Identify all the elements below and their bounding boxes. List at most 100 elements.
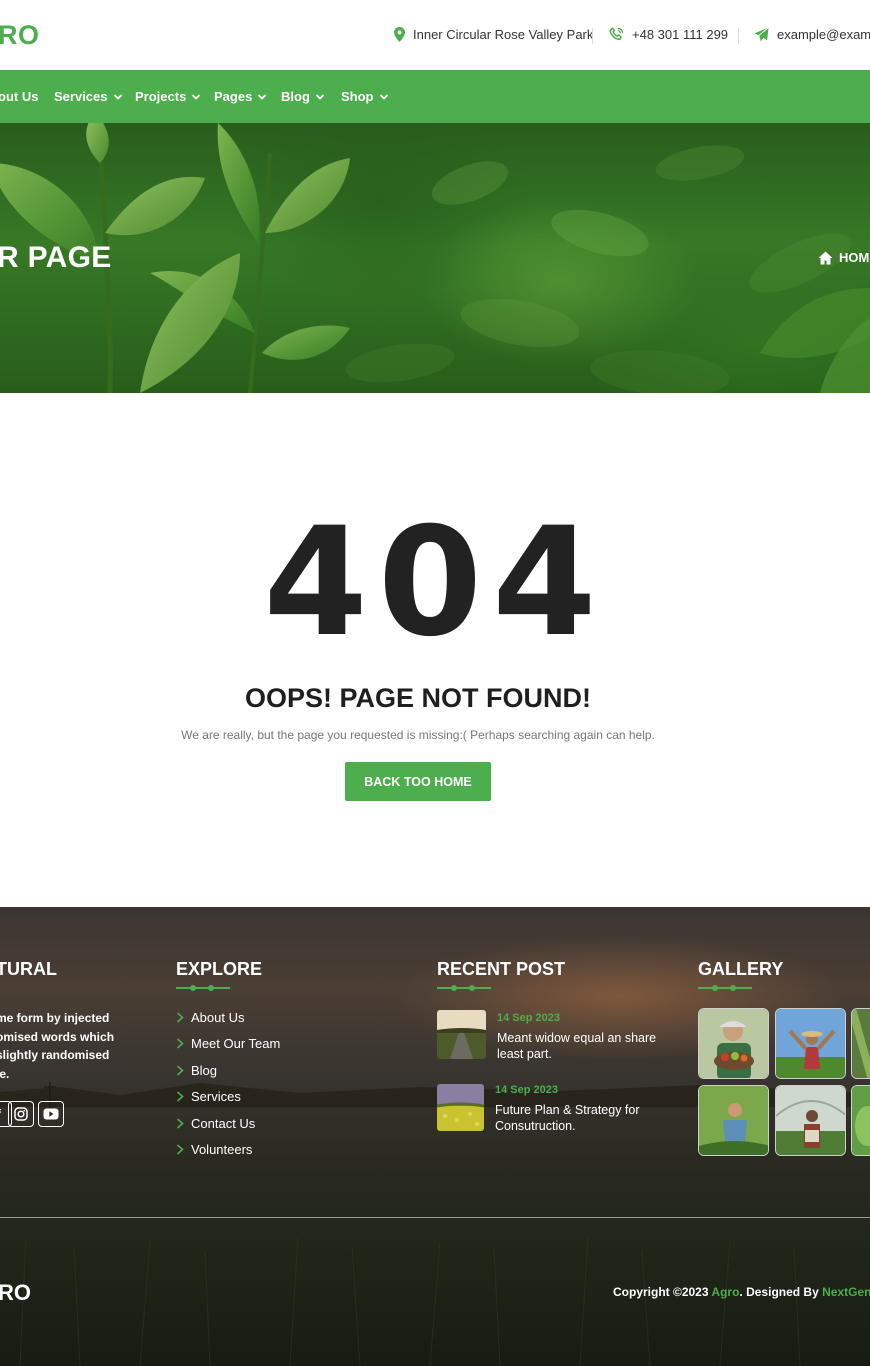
page-title: R PAGE: [0, 241, 112, 274]
footer-link-label: About Us: [191, 1010, 245, 1025]
copyright-brand-link[interactable]: Agro: [711, 1285, 739, 1299]
footer-link-meet-our-team[interactable]: Meet Our Team: [176, 1036, 280, 1051]
nav-label: Blog: [281, 89, 310, 104]
nav-item-blog[interactable]: Blog: [281, 89, 325, 104]
footer-explore-heading: EXPLORE: [176, 959, 263, 979]
copyright-text: Copyright ©2023 Agro. Designed By NextGe…: [613, 1285, 870, 1299]
facebook-icon: f: [0, 1107, 1, 1121]
chevron-right-icon: [176, 1065, 184, 1076]
sunflower-field-image: [437, 1084, 484, 1131]
chevron-down-icon: [113, 93, 122, 100]
address-info: Inner Circular Rose Valley Park: [394, 27, 593, 42]
footer-link-label: Contact Us: [191, 1116, 256, 1131]
error-title: OOPS! PAGE NOT FOUND!: [244, 683, 591, 713]
heading-underline: [437, 985, 491, 991]
send-icon: [754, 27, 769, 42]
main-nav: out Us Services Projects Pages Blog Shop: [0, 70, 870, 123]
email-info[interactable]: example@examp: [754, 27, 870, 42]
about-line: slightly randomised: [0, 1048, 110, 1062]
farm-worker-image: [852, 1009, 870, 1078]
gallery-image-1[interactable]: [698, 1008, 769, 1079]
chevron-down-icon: [258, 93, 267, 100]
breadcrumb-home[interactable]: HOM: [839, 250, 869, 265]
divider: [592, 28, 593, 44]
nav-item-projects[interactable]: Projects: [135, 89, 201, 104]
back-home-button[interactable]: BACK TOO HOME: [345, 762, 491, 801]
site-footer: TURAL me form by injected omised words w…: [0, 907, 870, 1366]
nav-item-about-us[interactable]: out Us: [0, 89, 38, 104]
nav-label: out Us: [0, 89, 39, 104]
about-line: omised words which: [0, 1029, 115, 1044]
error-message: We are really, but the page you requeste…: [181, 728, 655, 742]
chevron-right-icon: [176, 1118, 184, 1129]
divider: [738, 28, 739, 44]
farmer-crouching-image: [699, 1086, 768, 1155]
plants-image: [852, 1086, 870, 1155]
footer-about-text: me form by injected omised words which s…: [0, 1009, 126, 1083]
nav-label: Projects: [135, 89, 187, 104]
post-title[interactable]: Meant widow equal an share least part.: [497, 1031, 657, 1062]
top-bar: RO Inner Circular Rose Valley Park +48 3…: [0, 0, 870, 70]
gallery-image-5[interactable]: [775, 1085, 846, 1156]
footer-divider: [0, 1217, 870, 1218]
chevron-down-icon: [379, 93, 388, 100]
footer-logo[interactable]: RO: [0, 1280, 31, 1306]
post-date: 14 Sep 2023: [495, 1084, 558, 1096]
phone-icon: [609, 27, 624, 41]
chevron-right-icon: [176, 1012, 184, 1023]
youtube-icon: [43, 1108, 59, 1120]
nav-label: Services: [54, 89, 108, 104]
about-line: me form by injected: [0, 1011, 110, 1025]
email-text: example@examp: [777, 27, 870, 42]
tea-leaves-illustration: [0, 123, 870, 393]
nav-label: Shop: [341, 89, 374, 104]
phone-text: +48 301 111 299: [632, 27, 729, 42]
footer-link-services[interactable]: Services: [176, 1089, 241, 1104]
social-youtube-button[interactable]: [38, 1101, 64, 1127]
about-line: le.: [0, 1066, 10, 1081]
post-title[interactable]: Future Plan & Strategy for Consutruction…: [495, 1103, 655, 1134]
nav-item-services[interactable]: Services: [54, 89, 123, 104]
footer-link-blog[interactable]: Blog: [176, 1063, 217, 1078]
gallery-image-2[interactable]: [775, 1008, 846, 1079]
footer-link-label: Meet Our Team: [191, 1036, 281, 1051]
heading-underline: [698, 985, 752, 991]
footer-link-label: Blog: [191, 1063, 218, 1078]
copyright-middle: . Designed By: [739, 1285, 823, 1299]
instagram-icon: [14, 1107, 28, 1121]
footer-about-heading: TURAL: [0, 959, 57, 979]
footer-link-label: Services: [191, 1089, 241, 1104]
post-thumbnail[interactable]: [437, 1010, 486, 1059]
chevron-down-icon: [315, 93, 325, 100]
footer-link-volunteers[interactable]: Volunteers: [176, 1142, 252, 1157]
footer-link-label: Volunteers: [191, 1142, 253, 1157]
post-date: 14 Sep 2023: [497, 1012, 560, 1024]
site-logo[interactable]: RO: [0, 20, 40, 51]
home-icon: [818, 251, 833, 264]
footer-gallery-heading: GALLERY: [698, 959, 784, 979]
footer-link-about-us[interactable]: About Us: [176, 1010, 244, 1025]
footer-link-contact-us[interactable]: Contact Us: [176, 1116, 255, 1131]
farmer-vegetables-image: [699, 1009, 768, 1078]
post-thumbnail[interactable]: [437, 1084, 484, 1131]
greenhouse-farmer-image: [776, 1086, 845, 1155]
phone-info[interactable]: +48 301 111 299: [609, 27, 728, 42]
copyright-prefix: Copyright ©2023: [613, 1285, 712, 1299]
chevron-right-icon: [176, 1144, 184, 1155]
gallery-image-6[interactable]: [851, 1085, 870, 1156]
chevron-down-icon: [192, 93, 201, 100]
gallery-image-4[interactable]: [698, 1085, 769, 1156]
heading-underline: [176, 985, 230, 991]
address-text: Inner Circular Rose Valley Park: [413, 27, 594, 42]
nav-item-shop[interactable]: Shop: [341, 89, 389, 104]
chevron-right-icon: [176, 1038, 184, 1049]
gallery-image-3[interactable]: [851, 1008, 870, 1079]
copyright-designer-link[interactable]: NextGener: [822, 1285, 870, 1299]
map-pin-icon: [394, 27, 405, 42]
footer-recent-heading: RECENT POST: [437, 959, 566, 979]
page-banner: R PAGE HOM: [0, 123, 870, 393]
nav-item-pages[interactable]: Pages: [214, 89, 267, 104]
social-instagram-button[interactable]: [8, 1101, 34, 1127]
farmer-arms-raised-image: [776, 1009, 845, 1078]
breadcrumb[interactable]: HOM: [818, 250, 869, 265]
